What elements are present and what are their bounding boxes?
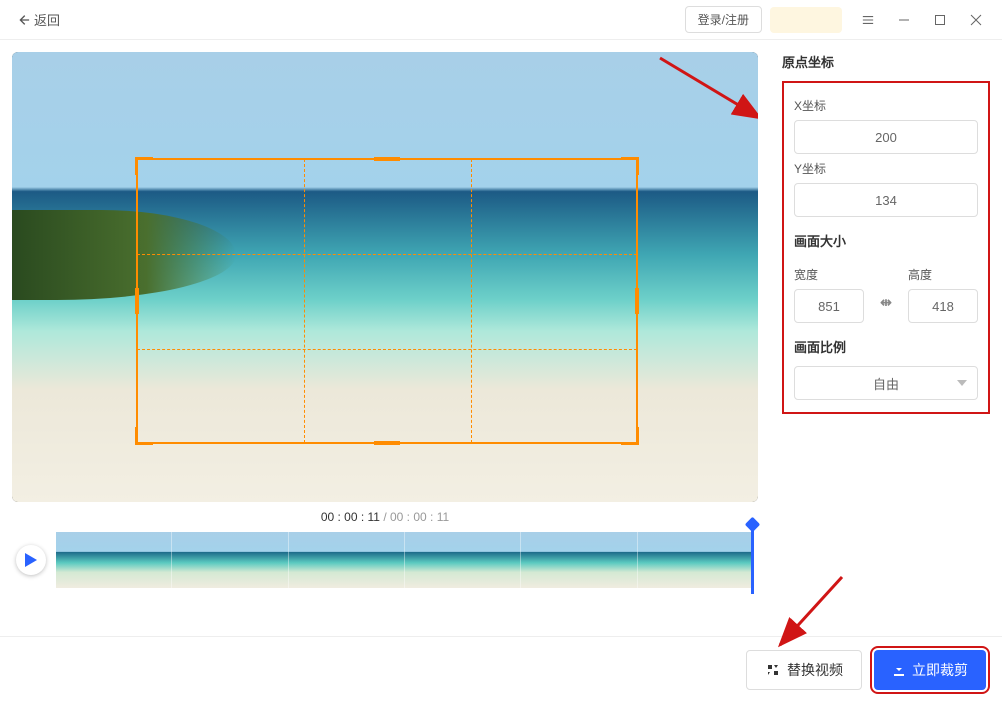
crop-handle-top-right[interactable] (621, 157, 639, 175)
close-button[interactable] (958, 5, 994, 35)
crop-now-label: 立即裁剪 (912, 660, 968, 680)
timeline-thumb (172, 532, 288, 588)
minimize-icon (898, 14, 910, 26)
menu-button[interactable] (850, 5, 886, 35)
y-coord-label: Y坐标 (794, 160, 978, 177)
y-coord-input[interactable] (794, 183, 978, 217)
swap-icon (765, 662, 781, 678)
timeline-thumb (289, 532, 405, 588)
width-label: 宽度 (794, 266, 864, 283)
size-section-title: 画面大小 (794, 231, 978, 250)
close-icon (970, 14, 982, 26)
crop-handle-bottom-left[interactable] (135, 427, 153, 445)
height-label: 高度 (908, 266, 978, 283)
crop-settings-panel: X坐标 Y坐标 画面大小 宽度 ⇹ 高度 画面比例 (782, 81, 990, 414)
crop-now-button[interactable]: 立即裁剪 (874, 650, 986, 690)
timeline-thumb (521, 532, 637, 588)
x-coord-input[interactable] (794, 120, 978, 154)
crop-handle-bottom-right[interactable] (621, 427, 639, 445)
annotation-arrow-1 (660, 58, 758, 133)
playhead[interactable] (751, 522, 754, 594)
login-register-button[interactable]: 登录/注册 (685, 6, 762, 33)
minimize-button[interactable] (886, 5, 922, 35)
maximize-icon (934, 14, 946, 26)
timeline-thumb (56, 532, 172, 588)
current-time: 00 : 00 : 11 (321, 510, 380, 524)
total-time: 00 : 00 : 11 (390, 510, 449, 524)
width-input[interactable] (794, 289, 864, 323)
crop-selection[interactable] (136, 158, 638, 444)
video-preview[interactable] (12, 52, 758, 502)
crop-handle-left[interactable] (135, 288, 139, 314)
timeline-thumb (405, 532, 521, 588)
annotation-arrow-2 (772, 577, 852, 662)
unlink-icon: ⇹ (880, 294, 892, 311)
timeline-track[interactable] (56, 532, 754, 588)
aspect-ratio-select[interactable]: 自由 (794, 366, 978, 400)
aspect-ratio-value: 自由 (873, 374, 899, 393)
play-button[interactable] (16, 545, 46, 575)
hamburger-icon (862, 14, 874, 26)
ratio-section-title: 画面比例 (794, 337, 978, 356)
origin-section-title: 原点坐标 (782, 52, 990, 71)
back-button[interactable]: 返回 (8, 6, 68, 33)
download-icon (892, 663, 906, 677)
aspect-lock-toggle[interactable]: ⇹ (870, 286, 902, 320)
x-coord-label: X坐标 (794, 97, 978, 114)
replace-video-label: 替换视频 (787, 660, 843, 680)
play-icon (25, 553, 37, 567)
height-input[interactable] (908, 289, 978, 323)
redacted-area (770, 7, 842, 33)
crop-handle-bottom[interactable] (374, 441, 400, 445)
crop-handle-top[interactable] (374, 157, 400, 161)
maximize-button[interactable] (922, 5, 958, 35)
crop-handle-right[interactable] (635, 288, 639, 314)
time-display: 00 : 00 : 11 / 00 : 00 : 11 (12, 502, 758, 532)
back-label: 返回 (34, 10, 60, 29)
arrow-left-icon (16, 13, 30, 27)
timeline-thumb (638, 532, 754, 588)
crop-handle-top-left[interactable] (135, 157, 153, 175)
